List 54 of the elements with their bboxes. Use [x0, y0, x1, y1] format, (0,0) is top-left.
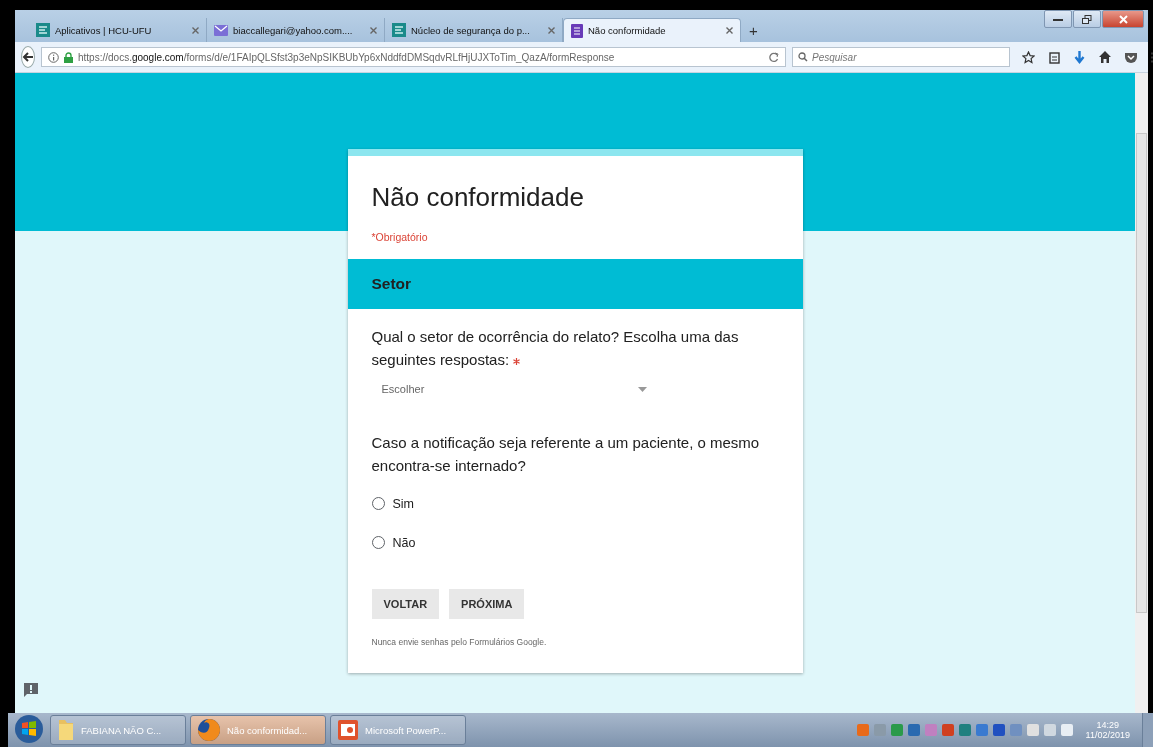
new-tab-button[interactable]: + [741, 18, 766, 42]
tray-icon[interactable] [1043, 724, 1056, 736]
close-icon[interactable] [726, 27, 733, 34]
footer-note: Nunca envie senhas pelo Formulários Google. [370, 636, 548, 649]
reload-icon[interactable] [768, 51, 779, 63]
globe-icon [197, 718, 221, 742]
tray-icon[interactable] [975, 724, 988, 736]
close-icon[interactable] [192, 26, 199, 34]
form-title: Não conformidade [371, 182, 585, 213]
clipboard-icon[interactable] [1049, 50, 1060, 64]
form-button[interactable]: PRÓXIMA [449, 589, 525, 619]
feedback-icon[interactable] [24, 683, 38, 697]
envelope-icon [214, 24, 228, 36]
search-field[interactable]: Pesquisar [792, 47, 1010, 68]
close-icon[interactable] [548, 26, 555, 34]
pocket-icon[interactable] [1125, 51, 1137, 63]
tray-icon[interactable] [958, 724, 971, 736]
search-icon [798, 51, 808, 62]
minimize-button[interactable] [1044, 10, 1072, 28]
dropdown[interactable]: Escolher [371, 377, 657, 401]
site-icon [392, 23, 406, 37]
required-note: *Obrigatório [371, 231, 429, 243]
scrollbar[interactable] [1135, 73, 1148, 713]
folder-icon [57, 718, 75, 742]
info-icon[interactable] [48, 51, 59, 63]
start-button[interactable] [12, 714, 46, 746]
option-label[interactable]: Não [392, 535, 416, 550]
tray-icon[interactable] [907, 724, 920, 736]
browser-tab[interactable]: Não conformidade [563, 18, 741, 42]
restore-icon [1082, 14, 1092, 24]
close-icon[interactable] [370, 26, 377, 34]
tray-icon[interactable] [1060, 724, 1073, 736]
question-text: Qual o setor de ocorrência do relato? Escolha uma das seguintes respostas: [371, 327, 740, 370]
star-icon[interactable] [1022, 50, 1035, 64]
close-icon [1118, 14, 1128, 24]
presentation-icon [337, 719, 359, 741]
home-icon[interactable] [1099, 51, 1111, 63]
form-button[interactable]: VOLTAR [371, 589, 440, 619]
close-button[interactable] [1102, 10, 1144, 28]
minimize-icon [1053, 16, 1063, 22]
caret-icon [637, 386, 647, 392]
tray-icon[interactable] [992, 724, 1005, 736]
address-bar[interactable]: https://docs.google.com/forms/d/e/1FAIpQLSfst3p3eNpSIKBUbYp6xNddfdDMSqdvRLfHjUJXToTim_QazA/formResponse [41, 47, 786, 67]
download-icon[interactable] [1074, 50, 1085, 64]
option-label[interactable]: Sim [392, 496, 415, 511]
section-header: Setor [347, 259, 803, 309]
lock-icon [64, 51, 73, 63]
restore-button[interactable] [1073, 10, 1101, 28]
question-text: Caso a notificação seja referente a um paciente, o mesmo encontra-se internado? [371, 433, 761, 476]
back-button[interactable] [21, 46, 35, 68]
tray-icon[interactable] [1026, 724, 1039, 736]
form-icon [571, 23, 583, 38]
tray-icon[interactable] [941, 724, 954, 736]
site-icon [36, 23, 50, 37]
